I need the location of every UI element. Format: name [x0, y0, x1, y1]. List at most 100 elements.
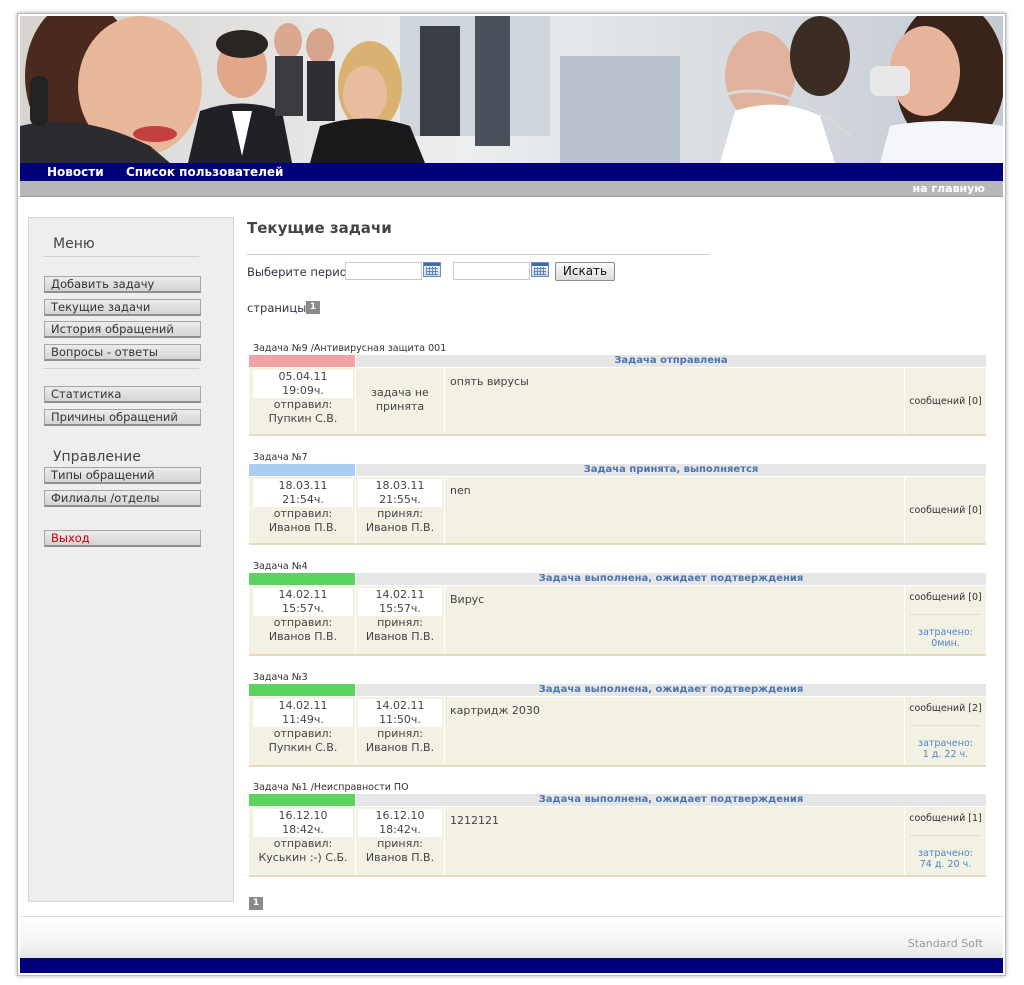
sent-date: 05.04.11	[253, 370, 353, 384]
sidebar-item-reasons[interactable]: Причины обращений	[44, 409, 201, 426]
status-color-strip	[249, 464, 355, 476]
cell-divider	[355, 697, 356, 765]
task-body[interactable]: 14.02.11 15:57ч. отправил: Иванов П.В. 1…	[249, 586, 986, 656]
accepted-time: 21:55ч.	[358, 493, 442, 507]
sidebar-item-request-types[interactable]: Типы обращений	[44, 467, 201, 484]
sent-time: 15:57ч.	[253, 602, 353, 616]
sent-date: 14.02.11	[253, 588, 353, 602]
sender-name: Пупкин С.В.	[268, 412, 338, 425]
task-status: Задача принята, выполняется	[356, 464, 986, 476]
cell-divider	[355, 477, 356, 543]
spent-label: затрачено:	[918, 738, 973, 749]
spent-divider	[910, 614, 980, 615]
task-caption: Задача №3	[253, 672, 308, 683]
task-body[interactable]: 16.12.10 18:42ч. отправил: Куськин :-) С…	[249, 807, 986, 877]
task-text: 1212121	[450, 814, 499, 827]
sidebar-menu: Меню Добавить задачу Текущие задачи Исто…	[28, 217, 234, 902]
messages-link[interactable]: сообщений [0]	[905, 396, 986, 407]
sender-name: Иванов П.В.	[268, 521, 338, 534]
sent-time: 19:09ч.	[253, 384, 353, 398]
task-body[interactable]: 18.03.11 21:54ч. отправил: Иванов П.В. 1…	[249, 477, 986, 545]
sent-time: 21:54ч.	[253, 493, 353, 507]
task-card: Задача №4 Задача выполнена, ожидает подт…	[249, 561, 986, 661]
calendar-icon[interactable]	[531, 262, 549, 277]
task-card: Задача №1 /Неисправности ПО Задача выпол…	[249, 782, 986, 882]
footer: Standard Soft	[20, 916, 1003, 958]
sent-label: отправил:	[273, 727, 333, 740]
sub-bar: на главную	[20, 181, 1003, 197]
task-text: картридж 2030	[450, 704, 540, 717]
cell-divider	[355, 368, 356, 434]
task-caption: Задача №9 /Антивирусная защита 001	[253, 343, 447, 354]
sidebar-item-logout[interactable]: Выход	[44, 530, 201, 547]
nav-users-link[interactable]: Список пользователей	[126, 165, 283, 179]
cell-divider	[444, 586, 445, 654]
accepted-label: принял:	[377, 837, 423, 850]
accepted-date: 18.03.11	[358, 479, 442, 493]
spent-divider	[910, 835, 980, 836]
cell-divider	[355, 586, 356, 654]
spent-time: 1 д. 22 ч.	[922, 749, 969, 760]
messages-link[interactable]: сообщений [0]	[905, 592, 986, 603]
task-card: Задача №9 /Антивирусная защита 001 Задач…	[249, 343, 986, 440]
sidebar-item-add-task[interactable]: Добавить задачу	[44, 276, 201, 293]
acceptor-name: Иванов П.В.	[365, 521, 435, 534]
sidebar-item-history[interactable]: История обращений	[44, 321, 201, 338]
home-link[interactable]: на главную	[912, 182, 985, 195]
sent-label: отправил:	[273, 507, 333, 520]
cell-divider	[444, 697, 445, 765]
sidebar-item-faq[interactable]: Вопросы - ответы	[44, 344, 201, 361]
spent-label: затрачено:	[918, 627, 973, 638]
status-color-strip	[249, 573, 355, 585]
sidebar-item-branches[interactable]: Филиалы /отделы	[44, 490, 201, 507]
task-text: Вирус	[450, 593, 485, 606]
header-banner-image	[20, 16, 1003, 163]
sent-date: 16.12.10	[253, 809, 353, 823]
sent-time: 18:42ч.	[253, 823, 353, 837]
sent-info: 14.02.11 15:57ч. отправил: Иванов П.В.	[251, 588, 355, 644]
menu-divider	[43, 368, 199, 369]
accepted-date: 16.12.10	[358, 809, 442, 823]
accepted-date: 14.02.11	[358, 588, 442, 602]
accepted-info: задача не принята	[371, 386, 429, 413]
search-button[interactable]: Искать	[555, 262, 615, 281]
messages-link[interactable]: сообщений [1]	[905, 813, 986, 824]
accepted-time: 18:42ч.	[358, 823, 442, 837]
spent-time: 74 д. 20 ч.	[919, 859, 972, 870]
date-from-input[interactable]	[345, 262, 422, 280]
nav-news-link[interactable]: Новости	[47, 165, 104, 179]
page-number-button[interactable]: 1	[306, 301, 320, 314]
messages-link[interactable]: сообщений [2]	[905, 703, 986, 714]
sent-info: 16.12.10 18:42ч. отправил: Куськин :-) С…	[251, 809, 355, 865]
task-caption: Задача №7	[253, 452, 308, 463]
status-color-strip	[249, 684, 355, 696]
sent-date: 14.02.11	[253, 699, 353, 713]
sent-label: отправил:	[273, 616, 333, 629]
spent-divider	[910, 725, 980, 726]
date-to-input[interactable]	[453, 262, 530, 280]
task-caption: Задача №4	[253, 561, 308, 572]
accepted-info: 18.03.11 21:55ч. принял: Иванов П.В.	[356, 479, 444, 535]
menu-divider	[43, 256, 199, 257]
cell-divider	[444, 368, 445, 434]
sidebar-item-current-tasks[interactable]: Текущие задачи	[44, 299, 201, 316]
footer-bar	[20, 958, 1003, 973]
accepted-label: принял:	[377, 616, 423, 629]
task-text: опять вирусы	[450, 375, 529, 388]
sender-name: Пупкин С.В.	[268, 741, 338, 754]
accepted-info: 14.02.11 15:57ч. принял: Иванов П.В.	[356, 588, 444, 644]
footer-copyright: Standard Soft	[907, 937, 983, 950]
bottom-page-number-button[interactable]: 1	[249, 897, 263, 910]
calendar-icon[interactable]	[423, 262, 441, 277]
sent-date: 18.03.11	[253, 479, 353, 493]
messages-link[interactable]: сообщений [0]	[905, 505, 986, 516]
page: Новости Список пользователей на главную …	[0, 0, 1024, 985]
sender-name: Иванов П.В.	[268, 630, 338, 643]
top-navigation: Новости Список пользователей	[20, 163, 1003, 181]
cell-divider	[355, 807, 356, 875]
task-body[interactable]: 05.04.11 19:09ч. отправил: Пупкин С.В. з…	[249, 368, 986, 436]
status-color-strip	[249, 355, 355, 367]
task-body[interactable]: 14.02.11 11:49ч. отправил: Пупкин С.В. 1…	[249, 697, 986, 767]
task-status: Задача выполнена, ожидает подтверждения	[356, 573, 986, 585]
sidebar-item-statistics[interactable]: Статистика	[44, 386, 201, 403]
